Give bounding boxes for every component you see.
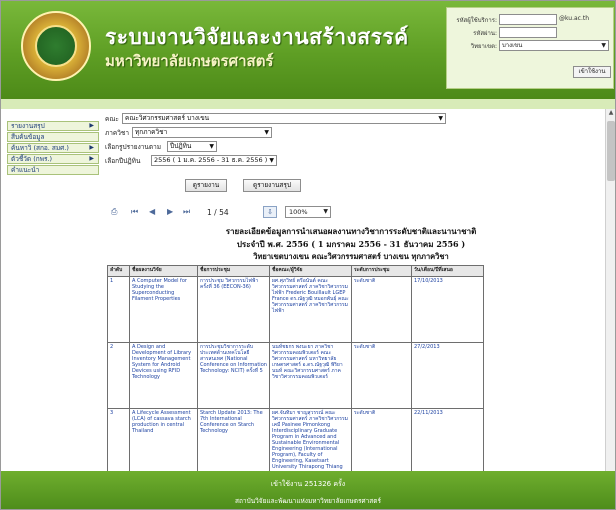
export-icon[interactable]: ⇩: [263, 206, 277, 218]
department-select[interactable]: ทุกภาควิชา ▼: [132, 127, 272, 138]
page-indicator: 1 / 54: [207, 208, 229, 217]
site-footer: เข้าใช้งาน 251326 ครั้ง สถาบันวิจัยและพั…: [1, 471, 615, 509]
table-header-row: ลำดับ ชื่อผลงานวิจัย ชื่อการประชุม ชื่อค…: [107, 265, 484, 277]
password-label: รหัสผ่าน:: [473, 30, 497, 37]
login-panel: รหัสผู้ใช้บริการ: @ku.ac.th รหัสผ่าน: วิ…: [446, 7, 614, 89]
campus-label: วิทยาเขต:: [470, 43, 497, 50]
browser-window: ระบบงานวิจัยและงานสร้างสรรค์ มหาวิทยาลัย…: [0, 0, 616, 510]
current-page[interactable]: 1: [207, 208, 212, 217]
visit-counter: เข้าใช้งาน 251326 ครั้ง: [270, 480, 346, 488]
campus-select[interactable]: บางเขน ▼: [499, 40, 609, 51]
password-input[interactable]: [499, 27, 557, 38]
scroll-thumb[interactable]: [607, 121, 615, 181]
faculty-select[interactable]: คณะวิศวกรรมศาสตร์ บางเขน ▼: [122, 113, 446, 124]
view-report-button[interactable]: ดูรายงาน: [185, 179, 227, 192]
sidebar-item-research-search[interactable]: ค้นหาวิ (สกอ. สมศ.) ▶: [7, 143, 99, 153]
table-row: 2 A Design and Development of Library In…: [107, 342, 484, 409]
chevron-down-icon: ▼: [269, 157, 274, 164]
col-authors: ชื่อคณะ/ผู้วิจัย: [269, 265, 352, 277]
chevron-right-icon: ▶: [89, 144, 94, 151]
report-type-label: เลือกรูปรายงานตาม: [105, 143, 162, 151]
col-no: ลำดับ: [107, 265, 130, 277]
report-scope: วิทยาเขตบางเขน คณะวิศวกรรมศาสตร์ บางเขน …: [253, 252, 449, 261]
chevron-down-icon: ▼: [209, 143, 214, 150]
year-select[interactable]: 2556 ( 1 ม.ค. 2556 - 31 ธ.ค. 2556 ) ▼: [151, 155, 277, 166]
report-viewer-toolbar: ⎙ ⏮ ◀ ▶ ⏭ 1 / 54 ⇩ 100% ▼: [111, 205, 521, 221]
department-label: ภาควิชา: [105, 129, 129, 137]
report-document: รายละเอียดข้อมูลการนำเสนอผลงานทางวิชาการ…: [101, 221, 607, 471]
sidebar-item-indicators[interactable]: ตัวชี้วัด (กพร.) ▶: [7, 154, 99, 164]
prev-page-icon[interactable]: ◀: [149, 207, 155, 216]
report-table: ลำดับ ชื่อผลงานวิจัย ชื่อการประชุม ชื่อค…: [107, 265, 484, 471]
report-type-select[interactable]: ปีปฏิทิน ▼: [167, 141, 217, 152]
next-page-icon[interactable]: ▶: [167, 207, 173, 216]
login-button[interactable]: เข้าใช้งาน: [573, 66, 611, 78]
account-domain: @ku.ac.th: [559, 15, 590, 22]
chevron-down-icon: ▼: [438, 115, 443, 122]
col-date: วัน/เดือน/ปีที่เสนอ: [411, 265, 484, 277]
first-page-icon[interactable]: ⏮: [131, 207, 138, 217]
table-row: 3 A Lifecycle Assessment (LCA) of cassav…: [107, 408, 484, 471]
chevron-down-icon: ▼: [264, 129, 269, 136]
sidebar-item-search[interactable]: สืบค้นข้อมูล: [7, 132, 99, 142]
sidebar-item-guide[interactable]: คำแนะนำ: [7, 165, 99, 175]
report-period: ประจำปี พ.ศ. 2556 ( 1 มกราคม 2556 - 31 ธ…: [236, 239, 466, 249]
col-work: ชื่อผลงานวิจัย: [129, 265, 198, 277]
print-icon[interactable]: ⎙: [111, 207, 117, 217]
site-subtitle: มหาวิทยาลัยเกษตรศาสตร์: [105, 52, 274, 70]
header-divider: [1, 99, 615, 109]
zoom-select[interactable]: 100% ▼: [285, 206, 331, 218]
sidebar-item-summary-report[interactable]: รายงานสรุป ▶: [7, 121, 99, 131]
account-label: รหัสผู้ใช้บริการ:: [456, 17, 497, 24]
col-level: ระดับการประชุม: [351, 265, 412, 277]
table-row: 1 A Computer Model for Studying the Supe…: [107, 276, 484, 343]
organization-name: สถาบันวิจัยและพัฒนาแห่งมหาวิทยาลัยเกษตรศ…: [235, 497, 381, 505]
chevron-right-icon: ▶: [89, 122, 94, 129]
sidebar-menu: รายงานสรุป ▶ สืบค้นข้อมูล ค้นหาวิ (สกอ. ส…: [7, 121, 99, 176]
site-header: ระบบงานวิจัยและงานสร้างสรรค์ มหาวิทยาลัย…: [1, 1, 615, 99]
last-page-icon[interactable]: ⏭: [183, 207, 190, 217]
account-input[interactable]: [499, 14, 557, 25]
page-scrollbar[interactable]: ▲: [605, 109, 615, 471]
view-summary-button[interactable]: ดูรายงานสรุป: [243, 179, 301, 192]
chevron-down-icon: ▼: [601, 42, 606, 49]
university-logo: [21, 11, 91, 81]
faculty-label: คณะ: [105, 115, 119, 123]
col-conference: ชื่อการประชุม: [197, 265, 270, 277]
year-label: เลือกปีปฏิทิน: [105, 157, 141, 165]
chevron-right-icon: ▶: [89, 155, 94, 162]
total-pages: 54: [219, 208, 229, 217]
chevron-down-icon: ▼: [323, 208, 328, 215]
report-title: รายละเอียดข้อมูลการนำเสนอผลงานทางวิชาการ…: [225, 226, 477, 236]
scroll-up-icon[interactable]: ▲: [606, 109, 615, 119]
